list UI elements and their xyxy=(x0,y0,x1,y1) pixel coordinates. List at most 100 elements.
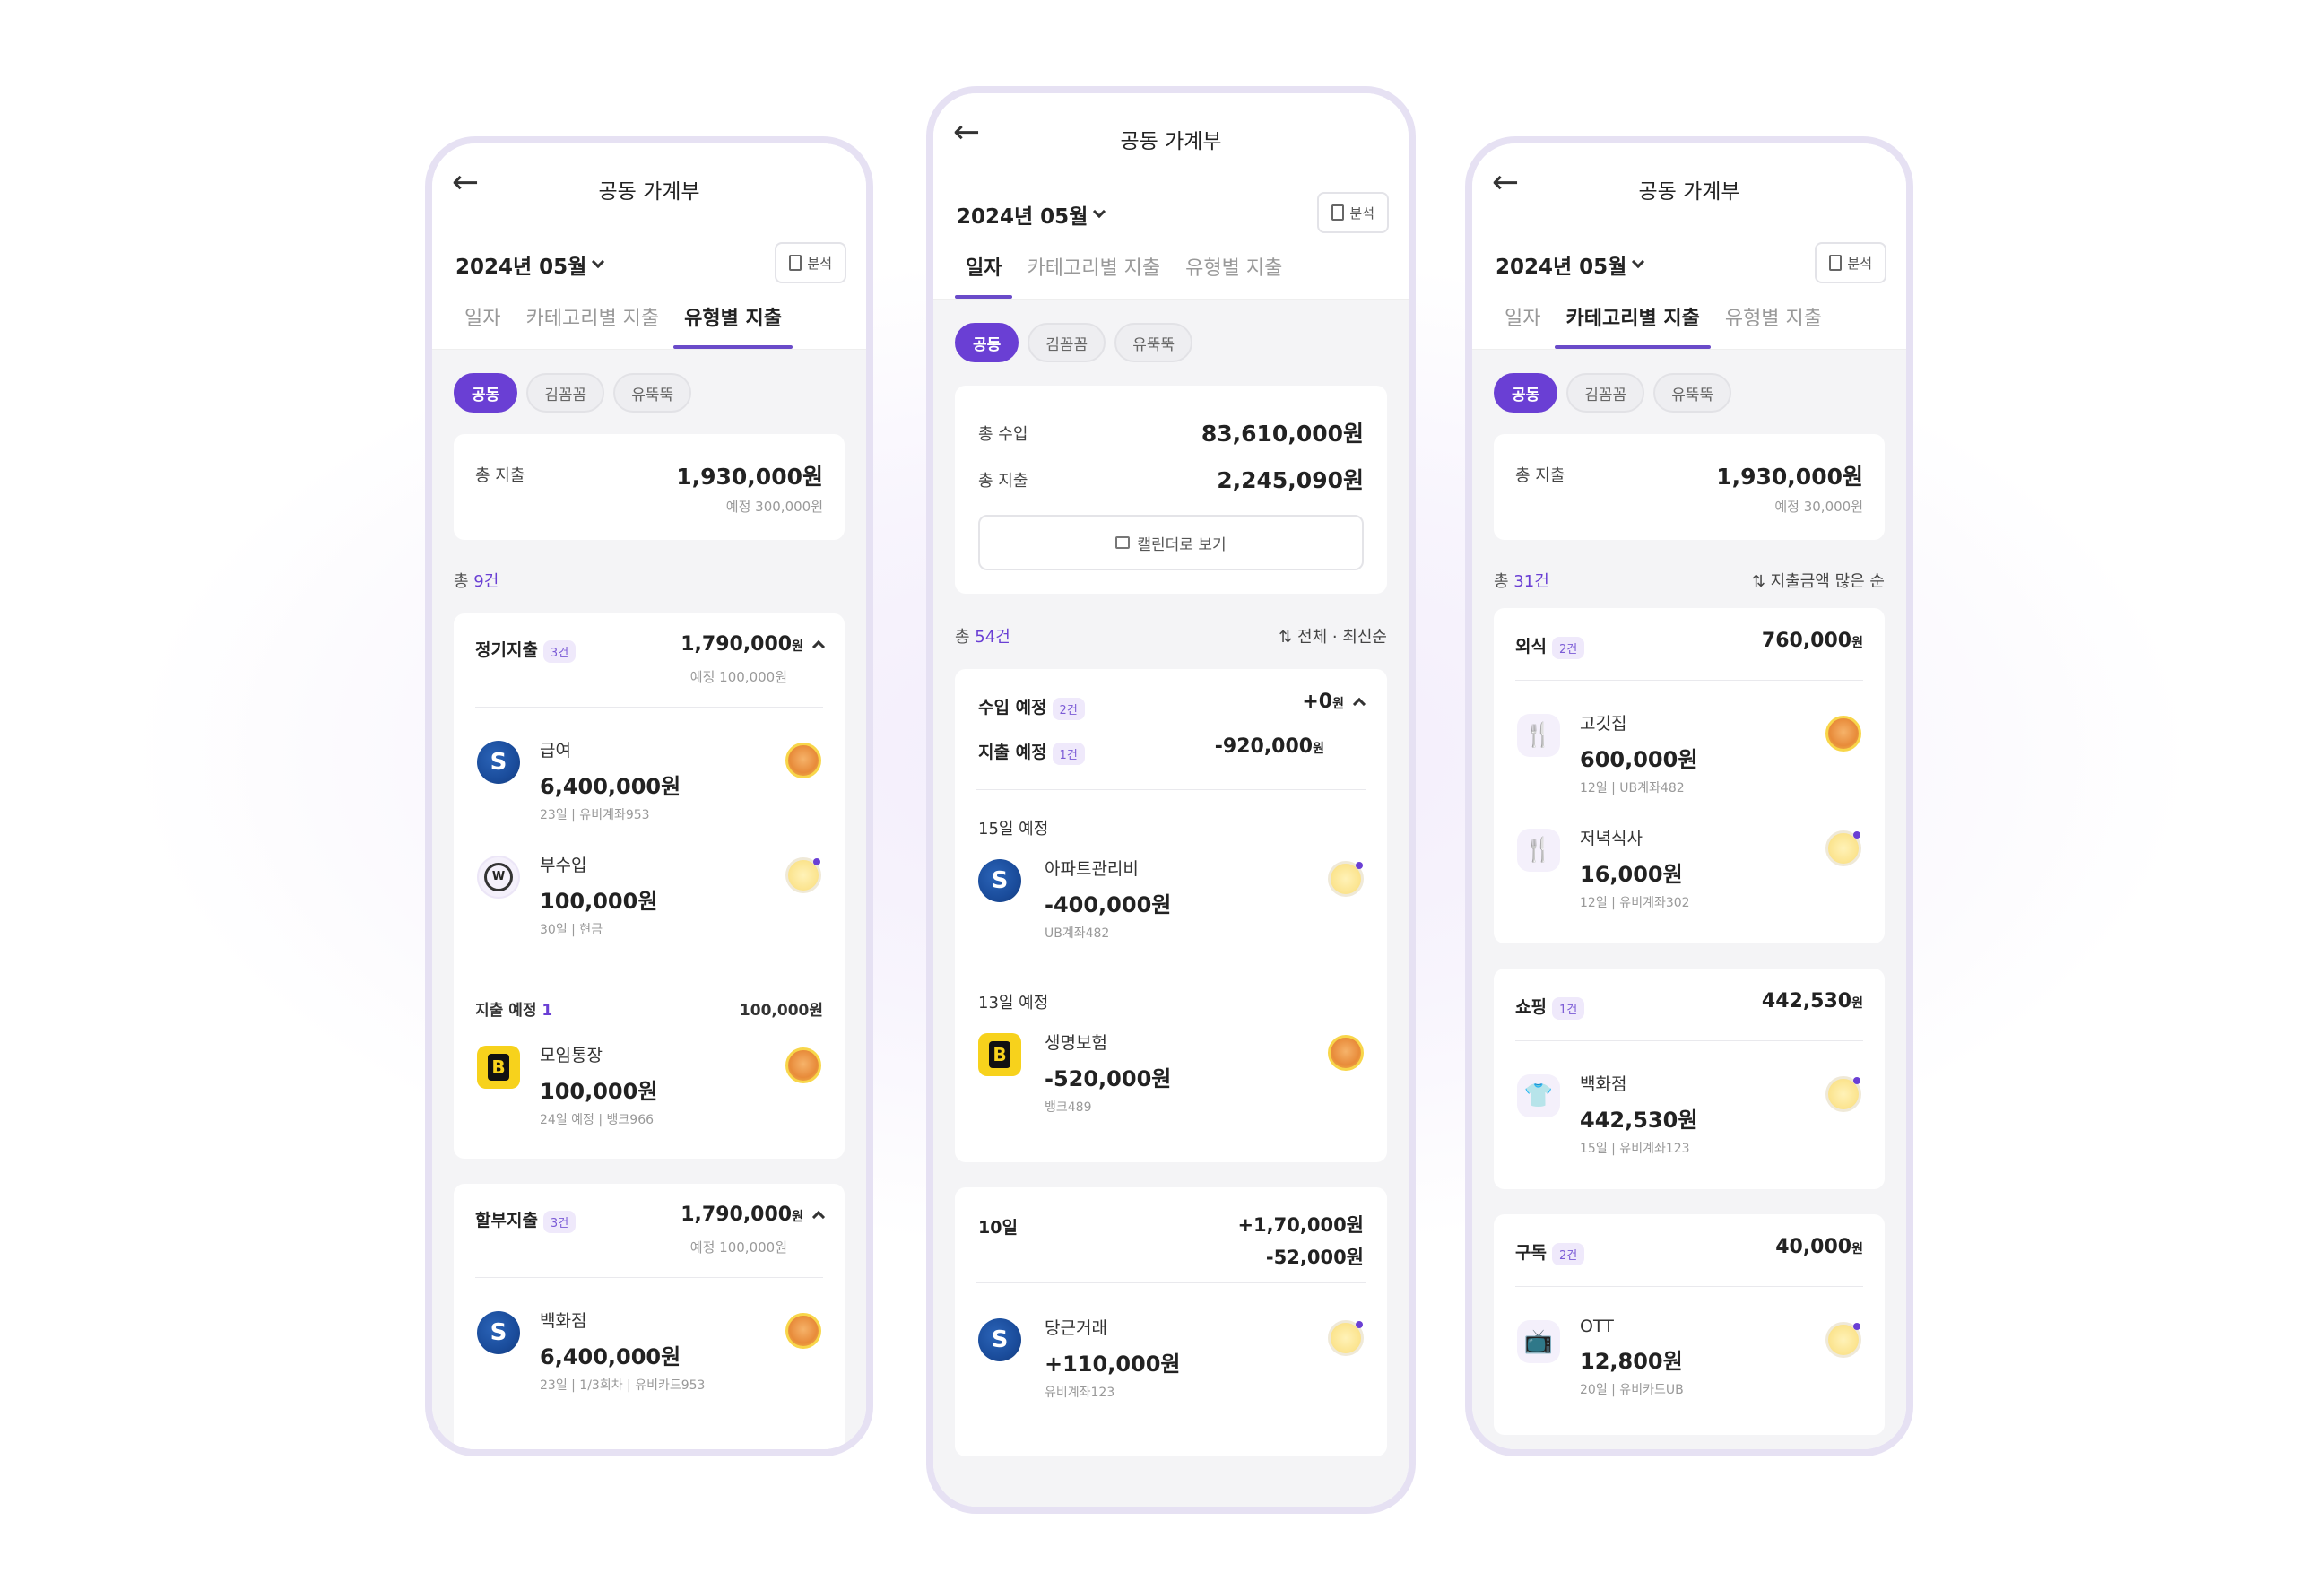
tab-category[interactable]: 카테고리별 지출 xyxy=(1014,246,1173,299)
chip-shared[interactable]: 공동 xyxy=(454,373,518,413)
total-income-amount: 83,610,000원 xyxy=(1201,421,1364,447)
top-section: ← 공동 가계부 2024년 05월 분석 일자 카테고리별 지출 유형별 지출 xyxy=(1472,143,1906,350)
tab-bar: 일자 카테고리별 지출 유형별 지출 xyxy=(1472,296,1906,350)
group-amount: 40,000원 xyxy=(1775,1236,1863,1258)
group-amount[interactable]: 1,790,000원 xyxy=(681,1204,826,1226)
list-item[interactable]: 🍴 고깃집 600,000원 12일 | UB계좌482 xyxy=(1494,691,1885,805)
group-amount-value: 442,530 xyxy=(1761,990,1852,1013)
planned-income-amount[interactable]: +0원 xyxy=(1302,691,1366,713)
phone-type-view: ← 공동 가계부 2024년 05월 분석 일자 카테고리별 지출 유형별 지출… xyxy=(425,136,873,1456)
tab-type[interactable]: 유형별 지출 xyxy=(1713,296,1834,349)
list-item[interactable]: 📺 OTT 12,800원 20일 | 유비카드UB xyxy=(1494,1297,1885,1412)
amount-value: +0 xyxy=(1302,691,1333,713)
chip-kim[interactable]: 김꼼꼼 xyxy=(1028,323,1106,362)
list-item[interactable]: 아파트관리비 -400,000원 UB계좌482 xyxy=(955,836,1387,951)
scheduled-text: 지출 예정 xyxy=(475,1002,542,1020)
tab-type[interactable]: 유형별 지출 xyxy=(1173,246,1295,299)
tab-daily[interactable]: 일자 xyxy=(452,296,513,349)
group-amount: 760,000원 xyxy=(1762,630,1863,652)
tab-category[interactable]: 카테고리별 지출 xyxy=(1553,296,1712,349)
divider xyxy=(1515,1040,1863,1041)
unit: 원 xyxy=(1851,996,1863,1011)
list-item[interactable]: 급여 6,400,000원 23일 | 유비계좌953 xyxy=(454,717,845,832)
tab-category[interactable]: 카테고리별 지출 xyxy=(513,296,672,349)
planned-expense-row: 지출 예정 1건 xyxy=(978,739,1085,765)
item-meta: 뱅크489 xyxy=(1045,1100,1092,1115)
month-label: 2024년 05월 xyxy=(455,256,587,279)
unit: 원 xyxy=(792,1210,803,1224)
calendar-view-button[interactable]: 캘린더로 보기 xyxy=(978,515,1364,570)
chip-kim[interactable]: 김꼼꼼 xyxy=(1566,373,1645,413)
summary-card: 총 지출 1,930,000원 예정 30,000원 xyxy=(1494,434,1885,540)
unit: 원 xyxy=(1313,742,1324,756)
top-section: ← 공동 가계부 2024년 05월 분석 일자 카테고리별 지출 유형별 지출 xyxy=(432,143,866,350)
list-item[interactable]: 모임통장 100,000원 24일 예정 | 뱅크966 xyxy=(454,1022,845,1137)
divider xyxy=(1515,680,1863,681)
item-meta: 23일 | 유비계좌953 xyxy=(540,808,650,822)
planned-amount: 예정 30,000원 xyxy=(1774,499,1863,515)
calendar-icon xyxy=(1115,536,1131,549)
count-prefix: 총 xyxy=(1494,572,1514,591)
divider xyxy=(1515,1286,1863,1287)
list-item[interactable]: 당근거래 +110,000원 유비계좌123 xyxy=(955,1295,1387,1410)
collapse-icon[interactable] xyxy=(1352,697,1366,710)
group-header: 할부지출 3건 xyxy=(475,1207,577,1233)
list-item[interactable]: 백화점 6,400,000원 23일 | 1/3회차 | 유비카드953 xyxy=(454,1288,845,1403)
avatar xyxy=(1328,1320,1364,1356)
group-amount-value: 760,000 xyxy=(1761,630,1852,652)
analysis-label: 분석 xyxy=(1349,204,1374,222)
tab-daily[interactable]: 일자 xyxy=(953,246,1014,299)
avatar xyxy=(1825,1076,1861,1112)
tab-daily[interactable]: 일자 xyxy=(1492,296,1553,349)
list-item[interactable]: 생명보험 -520,000원 뱅크489 xyxy=(955,1010,1387,1125)
fork-knife-icon: 🍴 xyxy=(1517,829,1560,872)
month-selector[interactable]: 2024년 05월 xyxy=(957,199,1106,230)
group-title: 정기지출 xyxy=(475,640,538,660)
chip-shared[interactable]: 공동 xyxy=(1494,373,1558,413)
divider xyxy=(475,1277,823,1278)
chip-yu[interactable]: 유뚝뚝 xyxy=(1653,373,1732,413)
item-meta: UB계좌482 xyxy=(1045,926,1110,941)
page-title: 공동 가계부 xyxy=(1638,180,1740,204)
group-amount-value: 40,000 xyxy=(1775,1236,1852,1258)
month-label: 2024년 05월 xyxy=(957,205,1088,229)
sort-label: 지출금액 많은 순 xyxy=(1770,572,1885,591)
list-item[interactable]: 👕 백화점 442,530원 15일 | 유비계좌123 xyxy=(1494,1051,1885,1166)
chip-yu[interactable]: 유뚝뚝 xyxy=(1114,323,1193,362)
sort-button[interactable]: ⇅ 전체 · 최신순 xyxy=(1279,624,1387,648)
avatar xyxy=(785,1047,821,1083)
month-selector[interactable]: 2024년 05월 xyxy=(455,249,605,280)
divider xyxy=(475,707,823,708)
analysis-button[interactable]: 분석 xyxy=(775,242,846,283)
sort-button[interactable]: ⇅ 지출금액 많은 순 xyxy=(1752,569,1885,592)
total-count: 총 54건 xyxy=(955,624,1010,648)
group-amount[interactable]: 1,790,000원 xyxy=(681,633,826,656)
avatar xyxy=(1825,830,1861,866)
list-item[interactable]: 🍴 저녁식사 16,000원 12일 | 유비계좌302 xyxy=(1494,805,1885,920)
item-meta: 15일 | 유비계좌123 xyxy=(1580,1142,1690,1156)
total-count: 총 31건 xyxy=(1494,569,1549,592)
collapse-icon[interactable] xyxy=(811,1210,826,1223)
unit: 원 xyxy=(1851,1242,1863,1256)
tab-bar: 일자 카테고리별 지출 유형별 지출 xyxy=(933,246,1409,300)
chip-kim[interactable]: 김꼼꼼 xyxy=(526,373,605,413)
analysis-button[interactable]: 분석 xyxy=(1317,192,1389,233)
analysis-button[interactable]: 분석 xyxy=(1815,242,1886,283)
chip-yu[interactable]: 유뚝뚝 xyxy=(613,373,692,413)
summary-card: 총 지출 1,930,000원 예정 300,000원 xyxy=(454,434,845,540)
shirt-icon: 👕 xyxy=(1517,1074,1560,1117)
chip-shared[interactable]: 공동 xyxy=(955,323,1019,362)
collapse-icon[interactable] xyxy=(811,639,826,653)
sort-icon: ⇅ xyxy=(1279,628,1298,647)
month-selector[interactable]: 2024년 05월 xyxy=(1496,249,1645,280)
group-header: 정기지출 3건 xyxy=(475,637,577,663)
phone-category-view: ← 공동 가계부 2024년 05월 분석 일자 카테고리별 지출 유형별 지출… xyxy=(1465,136,1913,1456)
tab-bar: 일자 카테고리별 지출 유형별 지출 xyxy=(432,296,866,350)
item-meta: 24일 예정 | 뱅크966 xyxy=(540,1113,655,1127)
calendar-label: 캘린더로 보기 xyxy=(1137,535,1227,554)
total-expense-label: 총 지출 xyxy=(475,466,525,485)
list-item[interactable]: 부수입 100,000원 30일 | 현금 xyxy=(454,832,845,947)
count-prefix: 총 xyxy=(454,572,474,591)
page-title: 공동 가계부 xyxy=(598,180,700,204)
tab-type[interactable]: 유형별 지출 xyxy=(672,296,794,349)
